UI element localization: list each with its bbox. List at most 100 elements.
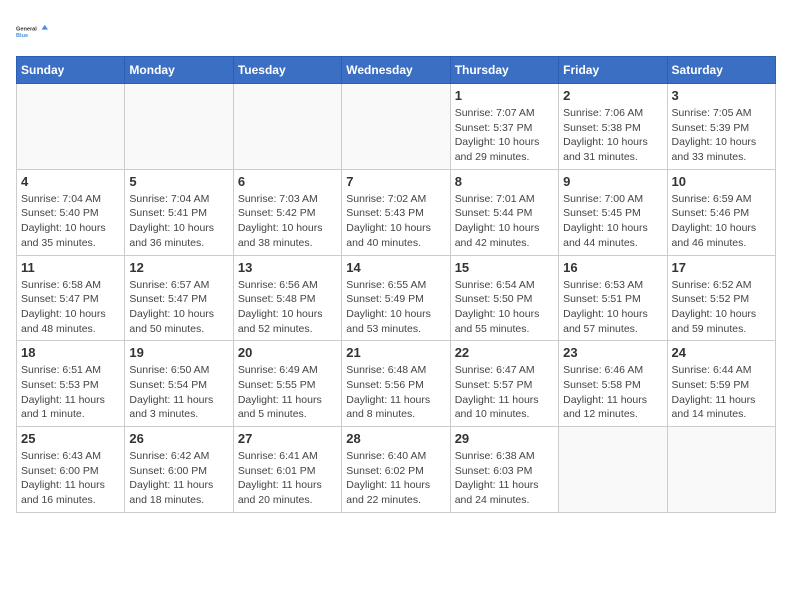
- calendar-day-cell: 7Sunrise: 7:02 AM Sunset: 5:43 PM Daylig…: [342, 169, 450, 255]
- day-info: Sunrise: 6:54 AM Sunset: 5:50 PM Dayligh…: [455, 278, 554, 337]
- day-info: Sunrise: 6:48 AM Sunset: 5:56 PM Dayligh…: [346, 363, 445, 422]
- day-info: Sunrise: 6:38 AM Sunset: 6:03 PM Dayligh…: [455, 449, 554, 508]
- day-number: 3: [672, 88, 771, 103]
- day-number: 7: [346, 174, 445, 189]
- calendar-day-cell: 6 Sunrise: 7:03 AM Sunset: 5:42 PM Daylig…: [233, 169, 341, 255]
- day-number: 29: [455, 431, 554, 446]
- day-info: Sunrise: 7:04 AM Sunset: 5:41 PM Dayligh…: [129, 192, 228, 251]
- calendar-week-row: 11 Sunrise: 6:58 AM Sunset: 5:47 PM Dayli…: [17, 255, 776, 341]
- day-number: 22: [455, 345, 554, 360]
- calendar-week-row: 1 Sunrise: 7:07 AM Sunset: 5:37 PM Daylig…: [17, 84, 776, 170]
- day-number: 13: [238, 260, 337, 275]
- calendar-day-cell: 24 Sunrise: 6:44 AM Sunset: 5:59 PM Dayli…: [667, 341, 775, 427]
- calendar-day-cell: 25 Sunrise: 6:43 AM Sunset: 6:00 PM Dayli…: [17, 427, 125, 513]
- day-number: 2: [563, 88, 662, 103]
- day-of-week-header: Thursday: [450, 57, 558, 84]
- day-number: 25: [21, 431, 120, 446]
- calendar-day-cell: 14 Sunrise: 6:55 AM Sunset: 5:49 PM Dayli…: [342, 255, 450, 341]
- day-info: Sunrise: 6:53 AM Sunset: 5:51 PM Dayligh…: [563, 278, 662, 337]
- logo: General Blue: [16, 16, 48, 48]
- day-number: 4: [21, 174, 120, 189]
- day-number: 8: [455, 174, 554, 189]
- day-of-week-header: Saturday: [667, 57, 775, 84]
- calendar-day-cell: 5 Sunrise: 7:04 AM Sunset: 5:41 PM Daylig…: [125, 169, 233, 255]
- calendar-day-cell: 1 Sunrise: 7:07 AM Sunset: 5:37 PM Daylig…: [450, 84, 558, 170]
- day-info: Sunrise: 6:43 AM Sunset: 6:00 PM Dayligh…: [21, 449, 120, 508]
- calendar-day-cell: 23 Sunrise: 6:46 AM Sunset: 5:58 PM Dayli…: [559, 341, 667, 427]
- calendar-day-cell: 3 Sunrise: 7:05 AM Sunset: 5:39 PM Daylig…: [667, 84, 775, 170]
- day-info: Sunrise: 6:59 AM Sunset: 5:46 PM Dayligh…: [672, 192, 771, 251]
- day-number: 17: [672, 260, 771, 275]
- day-info: Sunrise: 7:07 AM Sunset: 5:37 PM Dayligh…: [455, 106, 554, 165]
- day-info: Sunrise: 7:05 AM Sunset: 5:39 PM Dayligh…: [672, 106, 771, 165]
- calendar-day-cell: 8 Sunrise: 7:01 AM Sunset: 5:44 PM Daylig…: [450, 169, 558, 255]
- day-number: 9: [563, 174, 662, 189]
- calendar-day-cell: 13Sunrise: 6:56 AM Sunset: 5:48 PM Dayli…: [233, 255, 341, 341]
- day-number: 19: [129, 345, 228, 360]
- day-of-week-header: Wednesday: [342, 57, 450, 84]
- calendar-table: SundayMondayTuesdayWednesdayThursdayFrid…: [16, 56, 776, 513]
- day-number: 26: [129, 431, 228, 446]
- day-info: Sunrise: 6:52 AM Sunset: 5:52 PM Dayligh…: [672, 278, 771, 337]
- day-info: Sunrise: 6:42 AM Sunset: 6:00 PM Dayligh…: [129, 449, 228, 508]
- day-info: Sunrise: 6:41 AM Sunset: 6:01 PM Dayligh…: [238, 449, 337, 508]
- calendar-week-row: 25 Sunrise: 6:43 AM Sunset: 6:00 PM Dayli…: [17, 427, 776, 513]
- svg-text:General: General: [16, 26, 37, 32]
- calendar-day-cell: [559, 427, 667, 513]
- day-info: Sunrise: 7:01 AM Sunset: 5:44 PM Dayligh…: [455, 192, 554, 251]
- day-number: 24: [672, 345, 771, 360]
- calendar-week-row: 18 Sunrise: 6:51 AM Sunset: 5:53 PM Dayli…: [17, 341, 776, 427]
- calendar-day-cell: [125, 84, 233, 170]
- day-of-week-header: Monday: [125, 57, 233, 84]
- day-info: Sunrise: 6:58 AM Sunset: 5:47 PM Dayligh…: [21, 278, 120, 337]
- calendar-day-cell: 9Sunrise: 7:00 AM Sunset: 5:45 PM Daylig…: [559, 169, 667, 255]
- day-info: Sunrise: 6:50 AM Sunset: 5:54 PM Dayligh…: [129, 363, 228, 422]
- calendar-week-row: 4 Sunrise: 7:04 AM Sunset: 5:40 PM Daylig…: [17, 169, 776, 255]
- day-info: Sunrise: 7:03 AM Sunset: 5:42 PM Dayligh…: [238, 192, 337, 251]
- calendar-day-cell: 10Sunrise: 6:59 AM Sunset: 5:46 PM Dayli…: [667, 169, 775, 255]
- calendar-day-cell: 22Sunrise: 6:47 AM Sunset: 5:57 PM Dayli…: [450, 341, 558, 427]
- day-info: Sunrise: 6:57 AM Sunset: 5:47 PM Dayligh…: [129, 278, 228, 337]
- calendar-day-cell: 12 Sunrise: 6:57 AM Sunset: 5:47 PM Dayli…: [125, 255, 233, 341]
- calendar-day-cell: 28 Sunrise: 6:40 AM Sunset: 6:02 PM Dayli…: [342, 427, 450, 513]
- day-of-week-header: Friday: [559, 57, 667, 84]
- calendar-day-cell: 16 Sunrise: 6:53 AM Sunset: 5:51 PM Dayli…: [559, 255, 667, 341]
- day-info: Sunrise: 6:55 AM Sunset: 5:49 PM Dayligh…: [346, 278, 445, 337]
- logo-icon: General Blue: [16, 16, 48, 48]
- day-number: 12: [129, 260, 228, 275]
- day-info: Sunrise: 7:04 AM Sunset: 5:40 PM Dayligh…: [21, 192, 120, 251]
- calendar-day-cell: 27 Sunrise: 6:41 AM Sunset: 6:01 PM Dayli…: [233, 427, 341, 513]
- day-number: 6: [238, 174, 337, 189]
- calendar-day-cell: 2 Sunrise: 7:06 AM Sunset: 5:38 PM Daylig…: [559, 84, 667, 170]
- calendar-day-cell: 18 Sunrise: 6:51 AM Sunset: 5:53 PM Dayli…: [17, 341, 125, 427]
- day-number: 21: [346, 345, 445, 360]
- day-number: 28: [346, 431, 445, 446]
- day-info: Sunrise: 6:44 AM Sunset: 5:59 PM Dayligh…: [672, 363, 771, 422]
- day-number: 16: [563, 260, 662, 275]
- day-of-week-header: Tuesday: [233, 57, 341, 84]
- day-number: 5: [129, 174, 228, 189]
- calendar-day-cell: [667, 427, 775, 513]
- calendar-day-cell: 17 Sunrise: 6:52 AM Sunset: 5:52 PM Dayli…: [667, 255, 775, 341]
- calendar-day-cell: 29 Sunrise: 6:38 AM Sunset: 6:03 PM Dayli…: [450, 427, 558, 513]
- day-number: 20: [238, 345, 337, 360]
- day-number: 11: [21, 260, 120, 275]
- day-number: 18: [21, 345, 120, 360]
- page-header: General Blue: [16, 16, 776, 48]
- day-number: 23: [563, 345, 662, 360]
- day-info: Sunrise: 6:46 AM Sunset: 5:58 PM Dayligh…: [563, 363, 662, 422]
- day-of-week-header: Sunday: [17, 57, 125, 84]
- day-info: Sunrise: 6:40 AM Sunset: 6:02 PM Dayligh…: [346, 449, 445, 508]
- calendar-day-cell: 21 Sunrise: 6:48 AM Sunset: 5:56 PM Dayli…: [342, 341, 450, 427]
- calendar-day-cell: [233, 84, 341, 170]
- calendar-header-row: SundayMondayTuesdayWednesdayThursdayFrid…: [17, 57, 776, 84]
- day-number: 27: [238, 431, 337, 446]
- day-number: 15: [455, 260, 554, 275]
- day-number: 14: [346, 260, 445, 275]
- calendar-day-cell: [17, 84, 125, 170]
- day-info: Sunrise: 7:06 AM Sunset: 5:38 PM Dayligh…: [563, 106, 662, 165]
- day-info: Sunrise: 6:51 AM Sunset: 5:53 PM Dayligh…: [21, 363, 120, 422]
- calendar-day-cell: 11 Sunrise: 6:58 AM Sunset: 5:47 PM Dayli…: [17, 255, 125, 341]
- day-number: 1: [455, 88, 554, 103]
- calendar-day-cell: 4 Sunrise: 7:04 AM Sunset: 5:40 PM Daylig…: [17, 169, 125, 255]
